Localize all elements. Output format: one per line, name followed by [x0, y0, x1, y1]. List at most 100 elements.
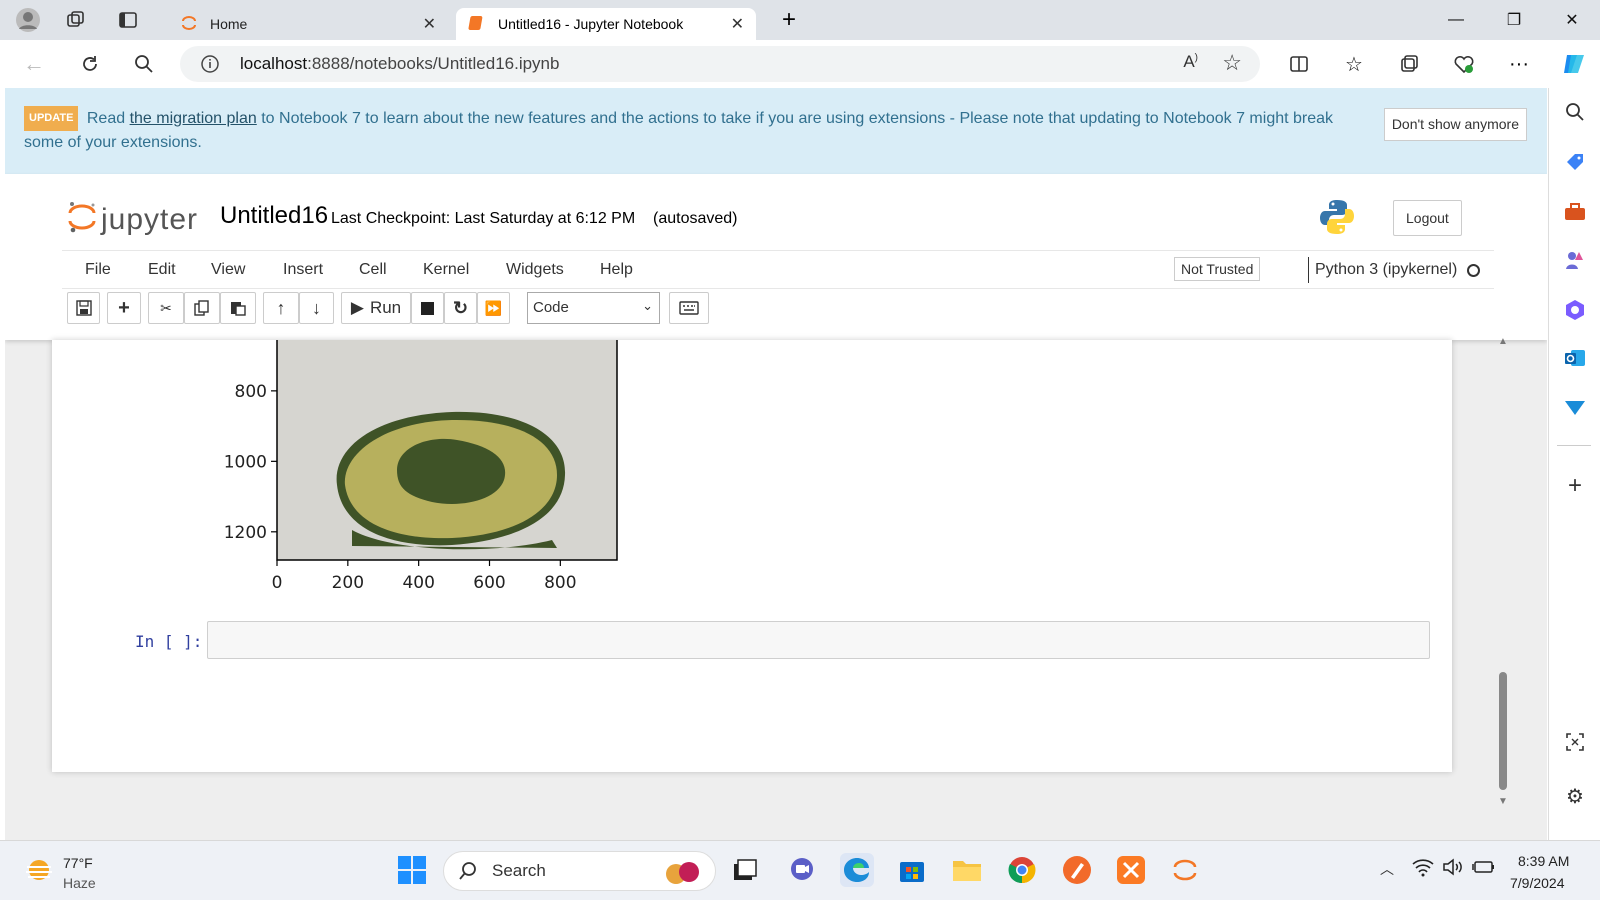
- code-cell-input[interactable]: [207, 621, 1430, 659]
- paste-button[interactable]: [220, 292, 256, 324]
- site-info-icon[interactable]: [200, 54, 220, 79]
- search-icon[interactable]: [126, 46, 162, 82]
- jupyter-logo[interactable]: jupyter: [67, 199, 198, 240]
- close-tab-icon[interactable]: ✕: [731, 14, 744, 34]
- more-options-icon[interactable]: ···: [1501, 46, 1537, 82]
- teams-chat-icon[interactable]: [785, 853, 819, 887]
- xampp-icon[interactable]: [1114, 853, 1148, 887]
- input-prompt: In [ ]:: [135, 632, 203, 651]
- weather-haze-icon[interactable]: [24, 857, 54, 890]
- menu-kernel[interactable]: Kernel: [423, 261, 469, 279]
- migration-plan-link[interactable]: the migration plan: [130, 110, 257, 127]
- weather-temperature[interactable]: 77°F: [63, 855, 93, 871]
- file-explorer-icon[interactable]: [950, 853, 984, 887]
- tools-icon[interactable]: [1561, 198, 1589, 226]
- menu-file[interactable]: File: [85, 261, 111, 279]
- profile-icon[interactable]: [10, 2, 46, 38]
- microsoft-store-icon[interactable]: [895, 853, 929, 887]
- browser-essentials-icon[interactable]: [1446, 46, 1482, 82]
- cell-type-select[interactable]: Code ⌄: [527, 292, 660, 324]
- taskbar-search[interactable]: Search: [443, 851, 716, 891]
- menu-edit[interactable]: Edit: [148, 261, 176, 279]
- jupyter-taskbar-icon[interactable]: [1168, 853, 1202, 887]
- move-down-button[interactable]: ↓: [299, 292, 334, 324]
- weather-condition[interactable]: Haze: [63, 875, 96, 891]
- games-icon[interactable]: [1561, 246, 1589, 274]
- favorite-star-icon[interactable]: ☆: [1222, 50, 1242, 76]
- minimize-icon[interactable]: —: [1428, 0, 1484, 40]
- refresh-icon[interactable]: [72, 46, 108, 82]
- tab-notebook[interactable]: Untitled16 - Jupyter Notebook ✕: [456, 8, 756, 40]
- url-bar[interactable]: localhost:8888/notebooks/Untitled16.ipyn…: [180, 46, 1260, 82]
- move-up-button[interactable]: ↑: [263, 292, 299, 324]
- edge-taskbar-icon[interactable]: [840, 853, 874, 887]
- notebook-favicon-icon: [468, 14, 486, 35]
- read-aloud-icon[interactable]: A): [1183, 52, 1198, 72]
- menu-widgets[interactable]: Widgets: [506, 261, 564, 279]
- x-tick-label: 0: [272, 573, 283, 592]
- menu-help[interactable]: Help: [600, 261, 633, 279]
- stop-icon: [421, 301, 434, 315]
- battery-icon[interactable]: [1472, 858, 1496, 881]
- wifi-icon[interactable]: [1412, 857, 1434, 882]
- screenshot-icon[interactable]: [1561, 728, 1589, 756]
- close-window-icon[interactable]: ✕: [1544, 0, 1600, 40]
- scrollbar-thumb[interactable]: [1499, 672, 1507, 790]
- restart-button[interactable]: ↻: [444, 292, 477, 324]
- save-button[interactable]: [67, 292, 100, 324]
- tab-label: Home: [210, 16, 248, 32]
- collections-icon[interactable]: [1391, 46, 1427, 82]
- cut-button[interactable]: ✂: [148, 292, 184, 324]
- close-tab-icon[interactable]: ✕: [423, 14, 436, 34]
- favorites-icon[interactable]: ☆: [1336, 46, 1372, 82]
- send-icon[interactable]: [1561, 393, 1589, 421]
- task-view-icon[interactable]: [728, 853, 762, 887]
- shopping-tag-icon[interactable]: [1561, 148, 1589, 176]
- x-tick-label: 400: [402, 573, 434, 592]
- vertical-scrollbar[interactable]: ▲ ▼: [1495, 88, 1511, 840]
- x-tick-label: 200: [332, 573, 364, 592]
- microsoft-365-icon[interactable]: [1561, 296, 1589, 324]
- sidebar-divider: [1557, 445, 1591, 446]
- restart-run-all-button[interactable]: ⏩: [477, 292, 510, 324]
- settings-gear-icon[interactable]: ⚙: [1561, 782, 1589, 810]
- insert-cell-button[interactable]: +: [107, 292, 141, 324]
- workspaces-icon[interactable]: [58, 2, 94, 38]
- clock-date[interactable]: 7/9/2024: [1510, 875, 1565, 891]
- logout-button[interactable]: Logout: [1393, 200, 1462, 236]
- kernel-idle-icon: [1467, 263, 1481, 277]
- run-button[interactable]: ▶ Run: [341, 292, 411, 324]
- address-toolbar: ← localhost:8888/notebooks/Untitled16.ip…: [0, 40, 1600, 88]
- volume-icon[interactable]: [1442, 857, 1464, 882]
- back-icon[interactable]: ←: [16, 46, 52, 82]
- command-palette-button[interactable]: [669, 292, 709, 324]
- outlook-icon[interactable]: [1561, 344, 1589, 372]
- menu-cell[interactable]: Cell: [359, 261, 387, 279]
- chevron-down-icon: ⌄: [642, 298, 653, 313]
- clock-time[interactable]: 8:39 AM: [1518, 853, 1569, 869]
- pen-app-icon[interactable]: [1060, 853, 1094, 887]
- menu-view[interactable]: View: [211, 261, 245, 279]
- split-screen-icon[interactable]: [1281, 46, 1317, 82]
- chrome-icon[interactable]: [1005, 853, 1039, 887]
- restore-icon[interactable]: ❐: [1486, 0, 1542, 40]
- menu-insert[interactable]: Insert: [283, 261, 323, 279]
- start-windows-icon[interactable]: [395, 853, 429, 887]
- kernel-name[interactable]: Python 3 (ipykernel): [1315, 261, 1457, 279]
- jupyter-logo-icon: [67, 199, 97, 240]
- not-trusted-button[interactable]: Not Trusted: [1174, 257, 1261, 281]
- edge-sidebar: + ⚙: [1548, 88, 1600, 840]
- sidebar-search-icon[interactable]: [1561, 98, 1589, 126]
- new-tab-icon[interactable]: +: [771, 2, 807, 38]
- copilot-icon[interactable]: [1556, 46, 1592, 82]
- copy-button[interactable]: [184, 292, 220, 324]
- scroll-down-icon[interactable]: ▼: [1498, 796, 1508, 807]
- add-sidebar-icon[interactable]: +: [1561, 472, 1589, 500]
- notebook-header: jupyter Untitled16 Last Checkpoint: Last…: [5, 174, 1547, 340]
- show-hidden-icons-icon[interactable]: ︿: [1380, 859, 1394, 879]
- interrupt-button[interactable]: [411, 292, 444, 324]
- tab-home[interactable]: Home ✕: [168, 8, 448, 40]
- notebook-name[interactable]: Untitled16: [220, 202, 328, 230]
- tab-actions-icon[interactable]: [110, 2, 146, 38]
- scroll-up-icon[interactable]: ▲: [1498, 336, 1508, 347]
